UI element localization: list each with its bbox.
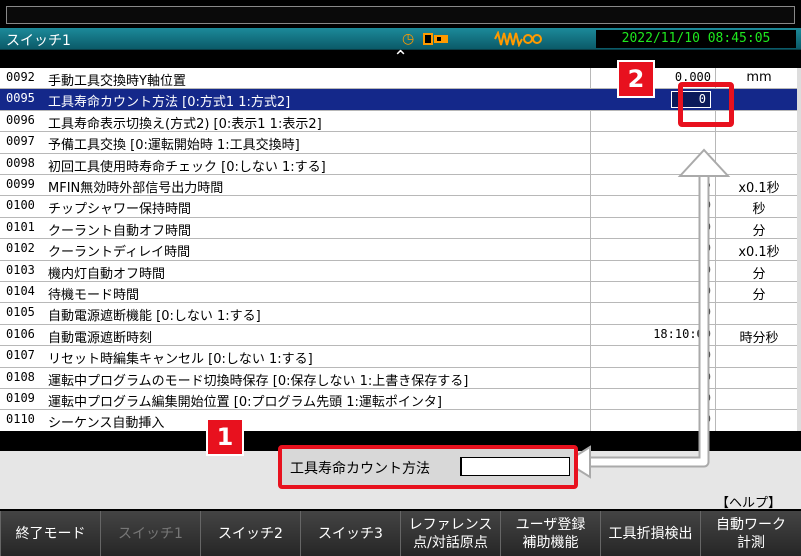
input-label: 工具寿命カウント方法 [290, 461, 430, 477]
annotation-badge-2: 2 [617, 60, 655, 98]
data-input-box: 工具寿命カウント方法 [278, 445, 578, 489]
value-input[interactable] [460, 457, 570, 476]
annotation-badge-1: 1 [206, 418, 244, 456]
value-highlight-box [678, 82, 734, 127]
